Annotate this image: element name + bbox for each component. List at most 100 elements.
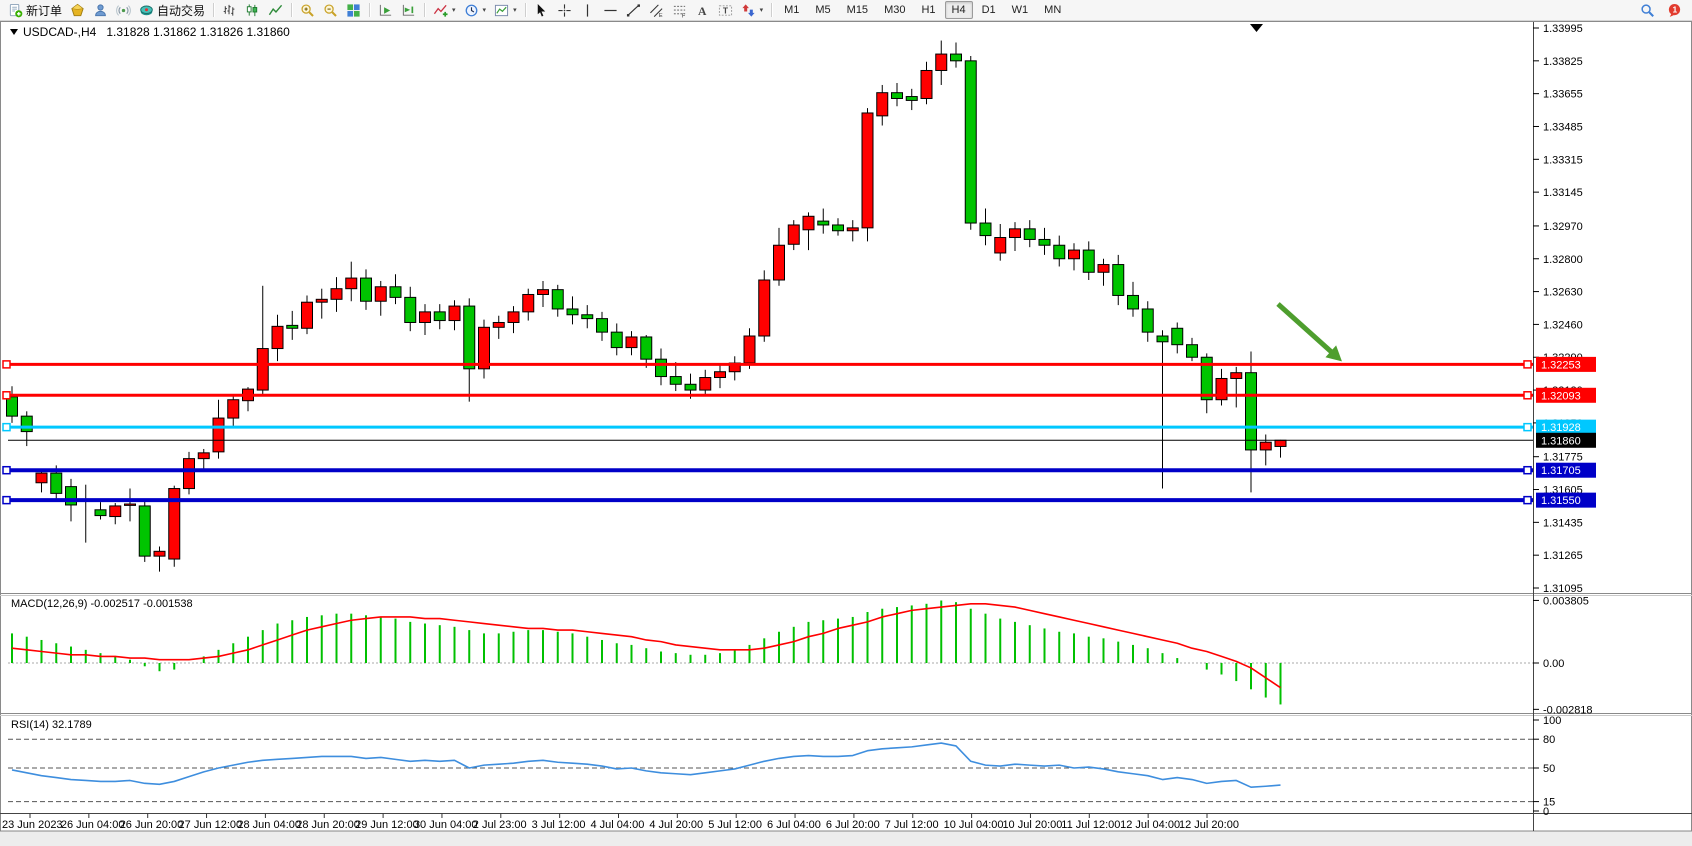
- text-button[interactable]: A: [691, 0, 714, 20]
- timeframe-h1-button[interactable]: H1: [914, 1, 942, 19]
- chevron-down-icon[interactable]: ▾: [483, 6, 487, 14]
- line-handle[interactable]: [3, 361, 10, 368]
- price-axis-tick-label: 1.31775: [1543, 452, 1583, 464]
- chart-dropdown-icon[interactable]: [10, 29, 18, 35]
- timeframe-m30-button[interactable]: M30: [877, 1, 912, 19]
- tile-windows-button[interactable]: [342, 0, 365, 20]
- candle-body: [1275, 440, 1286, 446]
- candle-body: [7, 397, 18, 416]
- chevron-down-icon[interactable]: ▾: [760, 6, 764, 14]
- text-label-button[interactable]: T: [714, 0, 737, 20]
- candle-body: [552, 290, 563, 309]
- candle-body: [685, 384, 696, 390]
- price-axis-tick-label: 1.32630: [1543, 287, 1583, 299]
- rsi-axis-label: 100: [1543, 715, 1561, 727]
- chart-shift-icon: [401, 3, 416, 18]
- zoom-out-icon: [323, 3, 338, 18]
- vertical-line-icon: [580, 3, 595, 18]
- candle-body: [1157, 336, 1168, 342]
- arrows-button[interactable]: ▾: [737, 0, 768, 20]
- periods-icon: [464, 3, 479, 18]
- timeframe-mn-button[interactable]: MN: [1037, 1, 1068, 19]
- trendline-button[interactable]: [622, 0, 645, 20]
- indicators-button[interactable]: ▾: [429, 0, 460, 20]
- auto-scroll-button[interactable]: [374, 0, 397, 20]
- templates-button[interactable]: ▾: [490, 0, 521, 20]
- crosshair-icon: [557, 3, 572, 18]
- new-order-button[interactable]: 新订单: [4, 0, 66, 20]
- candle-body: [1069, 250, 1080, 259]
- trendline-icon: [626, 3, 641, 18]
- timeframe-m1-button[interactable]: M1: [777, 1, 806, 19]
- chart-canvas[interactable]: 1.339951.338251.336551.334851.333151.331…: [0, 0, 1692, 845]
- vertical-line-button[interactable]: [576, 0, 599, 20]
- chart-shift-button[interactable]: [397, 0, 420, 20]
- chart-symbol-period: USDCAD-,H4: [23, 25, 96, 39]
- timeframe-d1-button[interactable]: D1: [975, 1, 1003, 19]
- candle-body: [626, 337, 637, 348]
- chevron-down-icon[interactable]: ▾: [513, 6, 517, 14]
- bar-chart-button[interactable]: [218, 0, 241, 20]
- price-tag-label: 1.31550: [1541, 495, 1581, 507]
- arrows-icon: [741, 3, 756, 18]
- candle-body: [1024, 229, 1035, 240]
- line-handle[interactable]: [1524, 392, 1531, 399]
- zoom-in-button[interactable]: [296, 0, 319, 20]
- candle-body: [995, 238, 1006, 253]
- candlestick-chart-icon: [245, 3, 260, 18]
- search-button[interactable]: [1636, 0, 1659, 20]
- candlestick-chart-button[interactable]: [241, 0, 264, 20]
- line-handle[interactable]: [1524, 424, 1531, 431]
- price-axis-tick-label: 1.33655: [1543, 89, 1583, 101]
- candle-body: [390, 287, 401, 298]
- toolbar-separator: [213, 3, 214, 17]
- candle-body: [184, 459, 195, 489]
- timeframe-h4-button[interactable]: H4: [945, 1, 973, 19]
- toolbar: 新订单 自动交易 ▾ ▾ ▾ EFAT ▾ M1M5M15M30H1H4D1W1MN 1: [0, 0, 1692, 21]
- time-axis-label: 5 Jul 12:00: [708, 819, 762, 831]
- candle-body: [302, 302, 313, 328]
- time-axis-label: 11 Jul 12:00: [1061, 819, 1120, 831]
- line-handle[interactable]: [3, 424, 10, 431]
- candle-body: [611, 332, 622, 347]
- time-axis-label: 10 Jul 04:00: [944, 819, 1004, 831]
- chevron-down-icon[interactable]: ▾: [452, 6, 456, 14]
- signals-icon: [116, 3, 131, 18]
- candle-body: [892, 93, 903, 99]
- timeframe-m5-button[interactable]: M5: [808, 1, 837, 19]
- line-handle[interactable]: [1524, 497, 1531, 504]
- line-handle[interactable]: [3, 497, 10, 504]
- candle-body: [862, 113, 873, 228]
- signals-button[interactable]: [112, 0, 135, 20]
- line-chart-button[interactable]: [264, 0, 287, 20]
- notifications-button[interactable]: 1: [1663, 0, 1686, 20]
- periods-button[interactable]: ▾: [460, 0, 491, 20]
- candle-body: [803, 216, 814, 230]
- time-axis-label: 26 Jun 20:00: [120, 819, 184, 831]
- rsi-indicator-label: RSI(14) 32.1789: [11, 719, 92, 731]
- status-bar: [0, 831, 1692, 846]
- line-handle[interactable]: [3, 392, 10, 399]
- timeframe-w1-button[interactable]: W1: [1005, 1, 1036, 19]
- timeframe-m15-button[interactable]: M15: [840, 1, 875, 19]
- price-axis-tick-label: 1.31095: [1543, 583, 1583, 595]
- candle-body: [656, 359, 667, 376]
- new-order-label: 新订单: [26, 2, 62, 19]
- community-button[interactable]: [89, 0, 112, 20]
- candle-body: [1054, 245, 1065, 259]
- chart-ohlc-values: 1.31828 1.31862 1.31826 1.31860: [106, 25, 290, 39]
- line-handle[interactable]: [3, 467, 10, 474]
- line-handle[interactable]: [1524, 361, 1531, 368]
- equidistant-channel-button[interactable]: E: [645, 0, 668, 20]
- line-handle[interactable]: [1524, 467, 1531, 474]
- cursor-button[interactable]: [530, 0, 553, 20]
- toolbar-separator: [291, 3, 292, 17]
- candle-body: [287, 325, 298, 328]
- market-button[interactable]: [66, 0, 89, 20]
- crosshair-button[interactable]: [553, 0, 576, 20]
- zoom-out-button[interactable]: [319, 0, 342, 20]
- autotrading-button[interactable]: 自动交易: [135, 0, 209, 20]
- fibonacci-button[interactable]: F: [668, 0, 691, 20]
- price-axis-tick-label: 1.33995: [1543, 23, 1583, 35]
- horizontal-line-button[interactable]: [599, 0, 622, 20]
